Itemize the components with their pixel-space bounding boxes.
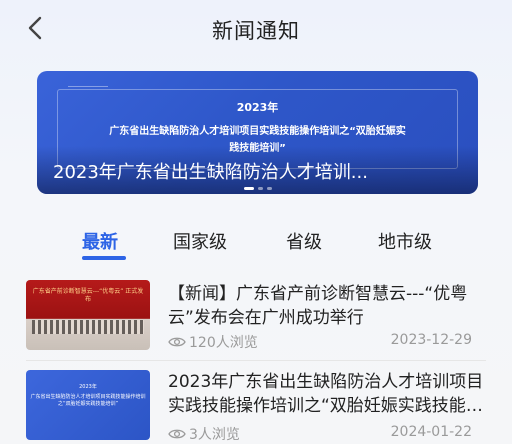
active-tab-indicator — [82, 256, 126, 260]
tab-municipal[interactable]: 地市级 — [378, 228, 432, 254]
banner-year: 2023年 — [236, 101, 279, 114]
tab-national[interactable]: 国家级 — [173, 228, 227, 254]
news-title: 【新闻】广东省产前诊断智慧云---“优粤云”发布会在广州成功举行 — [168, 284, 468, 328]
eye-icon — [168, 429, 186, 439]
header: 新闻通知 — [0, 0, 512, 58]
news-thumbnail: 2023年 广东省出生缺陷防治人才培训项目实践技能操作培训之“双胎妊娠实践技能培… — [26, 370, 150, 440]
news-item[interactable]: 广东省产前诊断智慧云---“优粤云” 正式发布 【新闻】广东省产前诊断智慧云--… — [0, 280, 512, 376]
view-count-text: 120人浏览 — [189, 335, 258, 351]
page-title: 新闻通知 — [212, 19, 300, 43]
divider — [26, 360, 486, 361]
news-title: 2023年广东省出生缺陷防治人才培训项目实践技能操作培训之“双胎妊娠实践技能培训… — [168, 372, 484, 416]
category-tabs: 最新 国家级 省级 地市级 — [0, 228, 512, 262]
thumbnail-text: 广东省出生缺陷防治人才培训项目实践技能操作培训之“双胎妊娠实践技能培训” — [30, 394, 146, 407]
view-count: 3人浏览 — [168, 424, 240, 444]
thumbnail-people — [32, 320, 144, 334]
tab-provincial[interactable]: 省级 — [286, 228, 322, 254]
view-count: 120人浏览 — [168, 332, 258, 352]
thumbnail-year: 2023年 — [79, 384, 97, 390]
carousel-indicator[interactable] — [243, 187, 272, 190]
news-date: 2023-12-29 — [390, 332, 472, 348]
thumbnail-text: 广东省产前诊断智慧云---“优粤云” 正式发布 — [32, 288, 144, 303]
banner-headline-line1: 广东省出生缺陷防治人才培训项目实践技能操作培训之“双胎妊娠实 — [109, 126, 406, 137]
carousel-dot[interactable] — [243, 187, 254, 190]
tab-latest[interactable]: 最新 — [82, 228, 118, 254]
eye-icon — [168, 337, 186, 347]
news-date: 2024-01-22 — [390, 424, 472, 440]
carousel-dot[interactable] — [257, 187, 263, 190]
news-thumbnail: 广东省产前诊断智慧云---“优粤云” 正式发布 — [26, 280, 150, 350]
view-count-text: 3人浏览 — [189, 427, 240, 443]
banner-caption: 2023年广东省出生缺陷防治人才培训... — [53, 162, 368, 183]
carousel-dot[interactable] — [266, 187, 272, 190]
news-item[interactable]: 2023年 广东省出生缺陷防治人才培训项目实践技能操作培训之“双胎妊娠实践技能培… — [0, 370, 512, 444]
banner-carousel[interactable]: 2023年 广东省出生缺陷防治人才培训项目实践技能操作培训之“双胎妊娠实 践技能… — [37, 71, 478, 194]
